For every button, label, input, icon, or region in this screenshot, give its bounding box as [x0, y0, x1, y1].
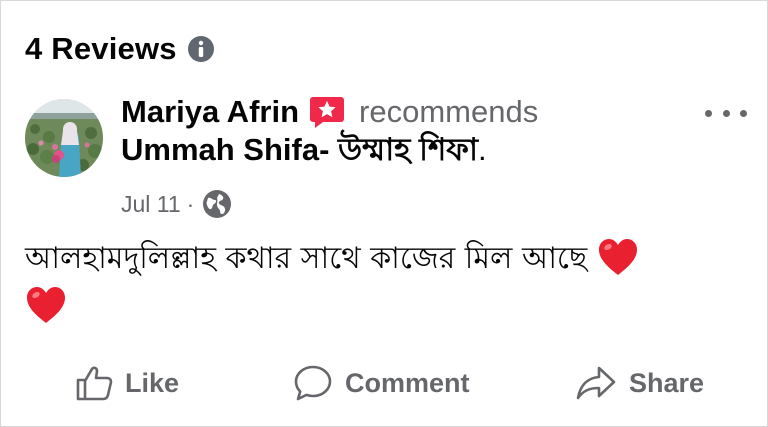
comment-bubble-icon — [293, 364, 333, 402]
recommends-text: recommends — [359, 94, 539, 129]
share-button[interactable]: Share — [575, 357, 704, 409]
page-name-period: . — [477, 132, 487, 167]
more-dot — [740, 109, 747, 117]
globe-icon — [202, 189, 232, 219]
info-icon[interactable] — [187, 35, 215, 63]
review-text: আলহামদুলিল্লাহ কথার সাথে কাজের মিল আছে — [25, 241, 588, 276]
review-body: আলহামদুলিল্লাহ কথার সাথে কাজের মিল আছে — [25, 235, 745, 331]
page-name-link[interactable]: Ummah Shifa- উম্মাহ শিফা — [121, 132, 478, 167]
share-label: Share — [629, 367, 705, 398]
heart-emoji-icon — [597, 237, 639, 277]
author-name[interactable]: Mariya Afrin — [121, 93, 299, 131]
comment-button[interactable]: Comment — [293, 357, 470, 409]
comment-label: Comment — [345, 367, 470, 398]
more-dot — [722, 109, 730, 117]
recommend-star-icon — [309, 95, 345, 129]
post-date[interactable]: Jul 11 — [121, 191, 181, 218]
meta-separator: · — [186, 190, 195, 217]
reviews-header: 4 Reviews — [25, 31, 215, 67]
thumbs-up-icon — [75, 365, 113, 401]
like-label: Like — [125, 367, 180, 398]
like-button[interactable]: Like — [75, 357, 179, 409]
more-dot — [705, 109, 712, 117]
post-header: Mariya Afrin recommends Ummah Shifa- উম্… — [121, 93, 681, 169]
heart-emoji-icon — [25, 285, 67, 325]
action-bar: Like Comment Share — [1, 357, 768, 409]
share-arrow-icon — [575, 365, 617, 401]
avatar[interactable] — [25, 99, 103, 177]
reviews-title: 4 Reviews — [25, 31, 177, 66]
post-meta: Jul 11 · — [121, 189, 232, 219]
review-card: 4 Reviews Mariya Afrin recommends Ummah … — [0, 0, 768, 427]
more-options-button[interactable] — [705, 101, 747, 125]
